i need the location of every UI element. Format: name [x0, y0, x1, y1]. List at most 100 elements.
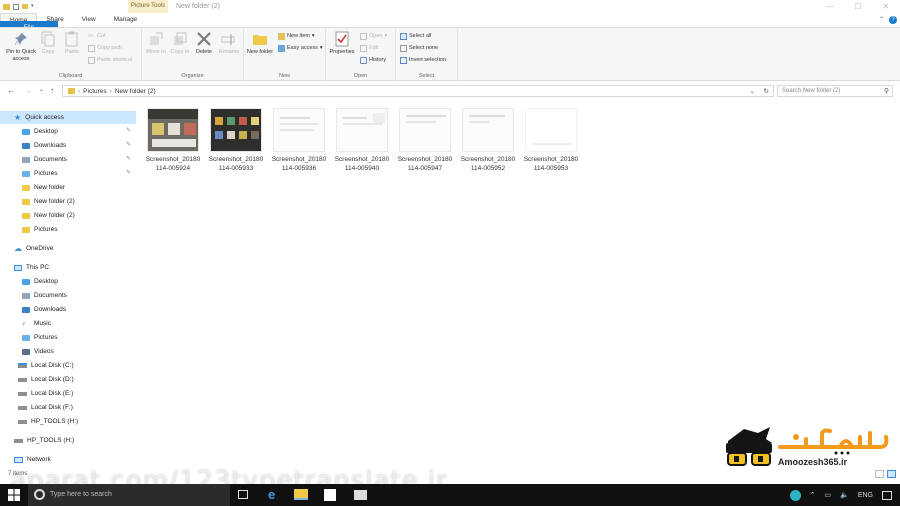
file-name: Screenshot_20180114-005952 — [460, 156, 516, 172]
delete-x-icon — [197, 32, 211, 46]
volume-icon[interactable]: 🔈 — [840, 491, 849, 499]
address-bar[interactable]: › Pictures › New folder (2) ⌄ ↻ — [62, 85, 774, 97]
nav-quick-documents[interactable]: Documents ✎ — [0, 153, 136, 166]
file-item[interactable]: Screenshot_20180114-005953 — [522, 108, 580, 173]
network-tray-icon[interactable]: ▭ — [824, 491, 831, 499]
new-folder-button[interactable]: New folder — [246, 31, 274, 56]
dropdown-arrow-icon: ▾ — [384, 33, 388, 39]
forward-arrow-icon[interactable]: → — [24, 82, 32, 99]
open-button[interactable]: Open ▾ — [360, 32, 387, 40]
nav-onedrive[interactable]: ☁ OneDrive — [0, 242, 136, 255]
file-explorer-taskbar-icon[interactable] — [294, 489, 308, 500]
file-item[interactable]: Screenshot_20180114-005947 — [396, 108, 454, 173]
file-item[interactable]: Screenshot_20180114-005933 — [207, 108, 265, 173]
image-thumbnail — [525, 108, 577, 152]
nav-pc-videos[interactable]: Videos — [0, 345, 136, 358]
nav-quick-new-folder-2a[interactable]: New folder (2) — [0, 195, 136, 208]
cut-button[interactable]: ✂ Cut — [88, 32, 106, 40]
help-icon[interactable]: ? — [889, 16, 897, 24]
breadcrumb-new-folder-2[interactable]: New folder (2) — [115, 86, 156, 97]
select-none-button[interactable]: Select none — [400, 44, 438, 52]
file-name: Screenshot_20180114-005940 — [334, 156, 390, 172]
file-item[interactable]: Screenshot_20180114-005940 — [333, 108, 391, 173]
rename-button[interactable]: Rename — [216, 31, 242, 56]
search-input[interactable]: Search New folder (2) ⚲ — [777, 85, 893, 97]
amoozesh365-logo: Amoozesh365.ir — [722, 425, 894, 473]
breadcrumb-pictures[interactable]: Pictures — [83, 86, 106, 97]
nav-quick-access[interactable]: ★ Quick access — [0, 111, 136, 124]
nav-quick-new-folder-2b[interactable]: New folder (2) — [0, 209, 136, 222]
nav-pc-desktop[interactable]: Desktop — [0, 275, 136, 288]
easy-access-button[interactable]: Easy access ▾ — [278, 44, 323, 52]
refresh-icon[interactable]: ↻ — [764, 86, 769, 97]
up-arrow-icon[interactable]: ↑ — [50, 82, 54, 99]
desktop-folder-icon — [22, 128, 30, 135]
delete-button[interactable]: Delete — [192, 31, 216, 56]
nav-pc-music[interactable]: ♪ Music — [0, 317, 136, 330]
clipboard-group: Pin to Quick access Copy Paste ✂ Cut Cop… — [0, 28, 142, 81]
nav-pc-documents[interactable]: Documents — [0, 289, 136, 302]
nav-pc-hp-tools[interactable]: HP_TOOLS (H:) — [0, 415, 136, 428]
properties-qa-icon[interactable] — [13, 3, 19, 10]
collapse-ribbon-icon[interactable]: ⌃ — [879, 16, 884, 23]
copy-path-button[interactable]: Copy path — [88, 44, 122, 52]
new-folder-qa-icon[interactable] — [22, 4, 28, 9]
tab-view[interactable]: View — [73, 13, 105, 27]
tab-manage[interactable]: Manage — [105, 13, 147, 27]
edit-icon — [360, 44, 367, 52]
move-to-button[interactable]: Move to — [144, 31, 168, 56]
nav-quick-desktop[interactable]: Desktop ✎ — [0, 125, 136, 138]
nav-hp-tools[interactable]: HP_TOOLS (H:) — [0, 434, 136, 447]
nav-network[interactable]: Network — [0, 453, 136, 466]
nav-quick-new-folder[interactable]: New folder — [0, 181, 136, 194]
nav-this-pc[interactable]: This PC — [0, 261, 136, 274]
store-icon[interactable] — [324, 489, 336, 501]
nav-pc-pictures[interactable]: Pictures — [0, 331, 136, 344]
customize-qa-chevron-icon[interactable]: ▾ — [31, 3, 36, 10]
image-thumbnail — [210, 108, 262, 152]
paste-shortcut-icon — [88, 56, 95, 64]
tray-app-icon[interactable] — [789, 489, 801, 501]
picture-tools-tab[interactable]: Picture Tools — [128, 0, 168, 13]
address-dropdown-icon[interactable]: ⌄ — [750, 86, 755, 97]
task-view-icon[interactable] — [238, 490, 248, 499]
nav-quick-pictures-2[interactable]: Pictures — [0, 223, 136, 236]
back-arrow-icon[interactable]: ← — [7, 82, 15, 99]
nav-pc-local-disk-c[interactable]: Local Disk (C:) — [0, 359, 136, 372]
mail-icon[interactable] — [354, 490, 367, 500]
maximize-button[interactable]: ☐ — [844, 0, 872, 13]
taskbar-search-input[interactable]: Type here to search — [28, 484, 230, 506]
paste-shortcut-button[interactable]: Paste shortcut — [88, 56, 132, 64]
windows-start-icon[interactable] — [8, 489, 20, 501]
notification-center-icon[interactable] — [882, 490, 892, 500]
new-item-button[interactable]: New item ▾ — [278, 32, 315, 40]
close-button[interactable]: ✕ — [872, 0, 900, 13]
paste-button[interactable]: Paste — [60, 31, 84, 56]
copy-button[interactable]: Copy — [36, 31, 60, 56]
language-indicator[interactable]: ENG — [858, 492, 873, 499]
edit-button[interactable]: Edit — [360, 44, 378, 52]
copy-path-icon — [88, 44, 95, 52]
nav-quick-pictures[interactable]: Pictures ✎ — [0, 167, 136, 180]
properties-button[interactable]: Properties — [327, 31, 357, 56]
file-item[interactable]: Screenshot_20180114-005936 — [270, 108, 328, 173]
file-item[interactable]: Screenshot_20180114-005924 — [144, 108, 202, 173]
invert-selection-button[interactable]: Invert selection — [400, 56, 446, 64]
open-icon — [360, 32, 367, 40]
copy-to-button[interactable]: Copy to — [168, 31, 192, 56]
select-all-button[interactable]: Select all — [400, 32, 431, 40]
nav-quick-downloads[interactable]: Downloads ✎ — [0, 139, 136, 152]
file-name: Screenshot_20180114-005947 — [397, 156, 453, 172]
nav-pc-local-disk-e[interactable]: Local Disk (E:) — [0, 387, 136, 400]
recent-locations-chevron-icon[interactable]: ⌄ — [39, 82, 44, 99]
paste-icon — [65, 31, 78, 47]
history-button[interactable]: History — [360, 56, 386, 64]
nav-pc-local-disk-d[interactable]: Local Disk (D:) — [0, 373, 136, 386]
nav-pc-local-disk-f[interactable]: Local Disk (F:) — [0, 401, 136, 414]
minimize-button[interactable]: — — [816, 0, 844, 13]
nav-pc-downloads[interactable]: Downloads — [0, 303, 136, 316]
pin-quick-access-button[interactable]: Pin to Quick access — [4, 31, 38, 63]
tray-overflow-chevron-icon[interactable]: ⌃ — [810, 491, 816, 499]
edge-browser-icon[interactable]: e — [268, 487, 275, 502]
file-item[interactable]: Screenshot_20180114-005952 — [459, 108, 517, 173]
